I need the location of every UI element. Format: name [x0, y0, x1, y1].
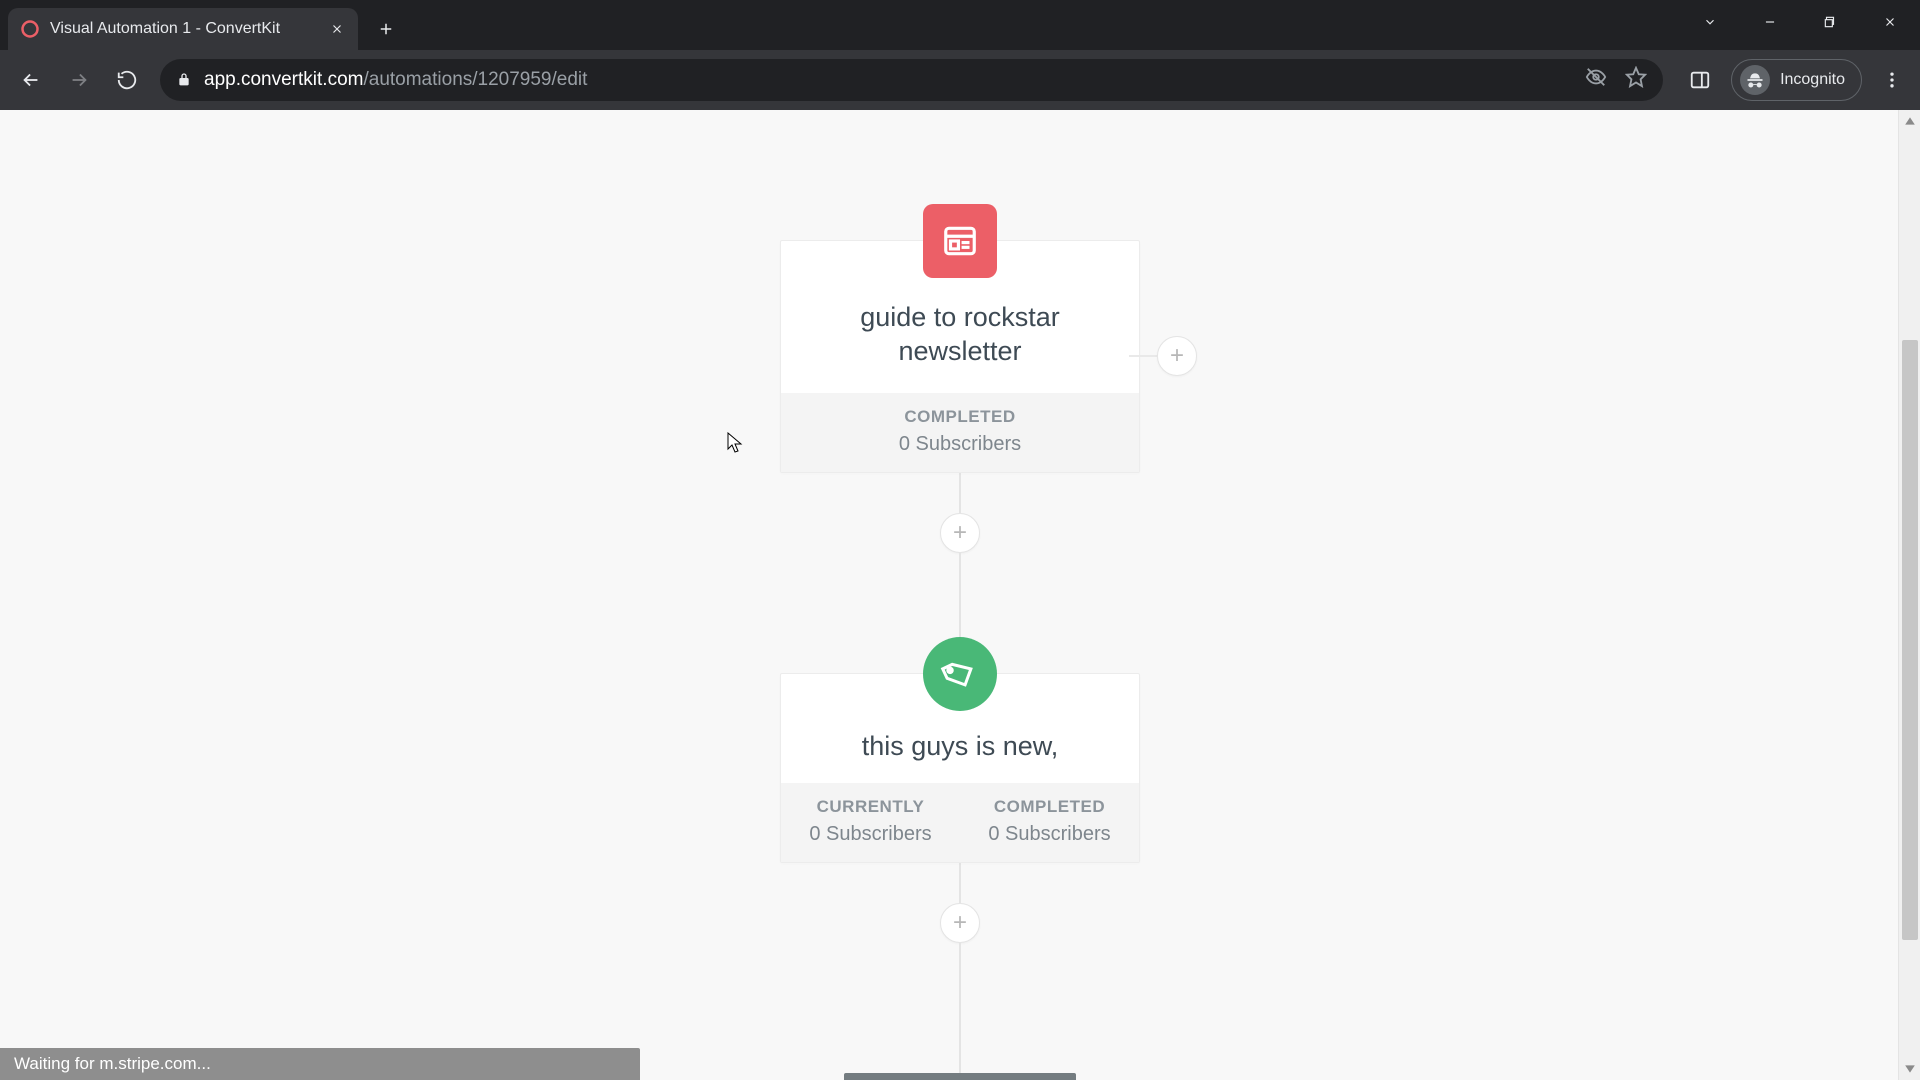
side-panel-button[interactable]: [1681, 61, 1719, 99]
cursor-icon: [727, 432, 743, 454]
browser-tab[interactable]: Visual Automation 1 - ConvertKit: [8, 8, 358, 50]
disable-tracking-icon[interactable]: [1585, 66, 1607, 94]
scroll-up-arrow-icon[interactable]: [1899, 110, 1920, 132]
tab-strip: Visual Automation 1 - ConvertKit: [0, 0, 1920, 50]
browser-window: Visual Automation 1 - ConvertKit app.con…: [0, 0, 1920, 1080]
connector-line: [959, 473, 961, 513]
stat-value: 0 Subscribers: [789, 433, 1131, 456]
add-branch-button[interactable]: +: [1157, 336, 1197, 376]
vertical-scrollbar[interactable]: [1898, 110, 1920, 1080]
stat-completed: COMPLETED 0 Subscribers: [960, 783, 1139, 862]
tag-icon: [923, 637, 997, 711]
add-step-button[interactable]: +: [940, 903, 980, 943]
stat-label: CURRENTLY: [789, 797, 952, 817]
status-bar: Waiting for m.stripe.com...: [0, 1048, 640, 1080]
incognito-icon: [1740, 65, 1770, 95]
bookmark-icon[interactable]: [1625, 66, 1647, 94]
stat-currently: CURRENTLY 0 Subscribers: [781, 783, 960, 862]
status-text: Waiting for m.stripe.com...: [14, 1054, 211, 1074]
stat-completed: COMPLETED 0 Subscribers: [781, 393, 1139, 472]
step-stats: COMPLETED 0 Subscribers: [781, 393, 1139, 472]
new-tab-button[interactable]: [368, 11, 404, 47]
toolbar-right: Incognito: [1675, 59, 1910, 101]
add-branch-right: +: [1129, 336, 1197, 376]
window-controls: [1680, 0, 1920, 44]
scroll-down-arrow-icon[interactable]: [1899, 1058, 1920, 1080]
address-bar[interactable]: app.convertkit.com/automations/1207959/e…: [160, 59, 1663, 101]
connector-line: [959, 943, 961, 1073]
close-window-button[interactable]: [1860, 0, 1920, 44]
page-viewport: guide to rockstar newsletter COMPLETED 0…: [0, 110, 1920, 1080]
browser-toolbar: app.convertkit.com/automations/1207959/e…: [0, 50, 1920, 110]
url-text: app.convertkit.com/automations/1207959/e…: [204, 69, 1573, 91]
step-card-form-trigger[interactable]: guide to rockstar newsletter COMPLETED 0…: [780, 240, 1140, 473]
lock-icon: [176, 72, 192, 88]
tab-search-button[interactable]: [1680, 0, 1740, 44]
form-icon: [923, 204, 997, 278]
reload-button[interactable]: [106, 59, 148, 101]
stat-value: 0 Subscribers: [968, 823, 1131, 846]
back-button[interactable]: [10, 59, 52, 101]
scrollbar-thumb[interactable]: [1902, 340, 1918, 940]
tab-title: Visual Automation 1 - ConvertKit: [50, 20, 318, 38]
end-of-automation: END OF AUTOMATION: [844, 1073, 1076, 1080]
step-card-tag-action[interactable]: this guys is new, CURRENTLY 0 Subscriber…: [780, 673, 1140, 864]
incognito-indicator[interactable]: Incognito: [1731, 59, 1862, 101]
automation-flow: guide to rockstar newsletter COMPLETED 0…: [780, 110, 1140, 1080]
minimize-button[interactable]: [1740, 0, 1800, 44]
maximize-button[interactable]: [1800, 0, 1860, 44]
stat-value: 0 Subscribers: [789, 823, 952, 846]
forward-button[interactable]: [58, 59, 100, 101]
browser-menu-button[interactable]: [1874, 62, 1910, 98]
incognito-label: Incognito: [1780, 71, 1845, 89]
close-tab-button[interactable]: [328, 20, 346, 38]
connector-line: [959, 863, 961, 903]
step-stats: CURRENTLY 0 Subscribers COMPLETED 0 Subs…: [781, 783, 1139, 862]
convertkit-favicon-icon: [20, 19, 40, 39]
url-host: app.convertkit.com: [204, 69, 363, 90]
omnibox-actions: [1585, 66, 1647, 94]
add-step-button[interactable]: +: [940, 513, 980, 553]
url-path: /automations/1207959/edit: [363, 69, 587, 90]
stat-label: COMPLETED: [789, 407, 1131, 427]
stat-label: COMPLETED: [968, 797, 1131, 817]
